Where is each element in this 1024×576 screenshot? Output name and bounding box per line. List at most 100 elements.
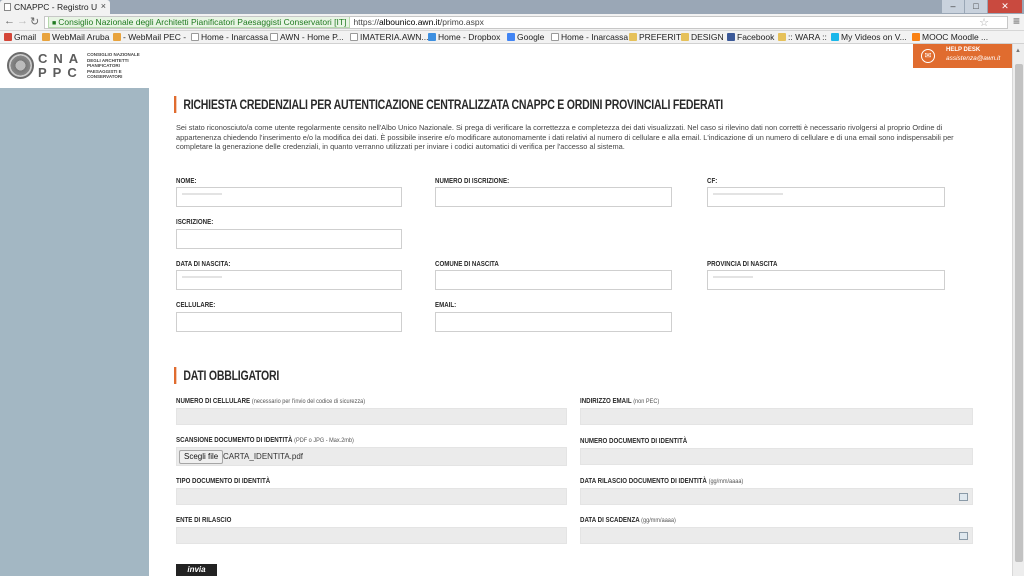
bookmarks-bar: Gmail WebMail Aruba - WebMail PEC - Home… (0, 31, 1024, 44)
folder-icon (681, 33, 689, 41)
bookmark-label: DESIGN (691, 32, 724, 42)
data-nascita-field[interactable] (176, 270, 402, 290)
minimize-icon[interactable]: – (942, 0, 964, 13)
email-field[interactable] (435, 312, 672, 332)
url-text: https://albounico.awn.it/primo.aspx (353, 17, 483, 27)
scroll-up-icon[interactable]: ▲ (1015, 48, 1021, 54)
data-nascita-label: DATA DI NASCITA: (176, 259, 231, 268)
google-icon (507, 33, 515, 41)
bookmark-item[interactable]: Facebook (727, 32, 774, 42)
choose-file-button[interactable]: Scegli file (179, 450, 224, 464)
comune-nascita-label: COMUNE DI NASCITA (435, 259, 499, 268)
url-input[interactable]: ■ Consiglio Nazionale degli Architetti Pi… (44, 16, 1008, 29)
data-scadenza-label: DATA DI SCADENZA (gg/mm/aaaa) (580, 515, 676, 524)
page-icon (551, 33, 559, 41)
bookmark-label: :: WARA :: (788, 32, 827, 42)
scansione-label: SCANSIONE DOCUMENTO DI IDENTITÀ (PDF o J… (176, 435, 354, 444)
numero-iscrizione-label: NUMERO DI ISCRIZIONE: (435, 176, 510, 185)
file-name: CARTA_IDENTITA.pdf (223, 452, 304, 461)
bookmark-item[interactable]: Google (507, 32, 544, 42)
bookmark-label: IMATERIA.AWN... (360, 32, 429, 42)
bookmark-item[interactable]: AWN - Home P... (270, 32, 344, 42)
browser-menu-icon[interactable]: ≡ (1013, 14, 1020, 28)
bookmark-label: Google (517, 32, 545, 42)
tipo-documento-field[interactable] (176, 488, 567, 505)
bookmark-item[interactable]: WebMail Aruba (42, 32, 109, 42)
nome-label: NOME: (176, 176, 197, 185)
bookmark-label: Home - Inarcassa (561, 32, 629, 42)
bookmark-label: Home - Dropbox (438, 32, 501, 42)
bookmark-item[interactable]: Gmail (4, 32, 36, 42)
logo-letters: CNA PPC (38, 51, 84, 80)
help-desk-email: assistenza@awn.it (946, 55, 1001, 62)
forward-icon[interactable]: → (17, 15, 28, 27)
numero-cellulare-label: NUMERO DI CELLULARE (necessario per l'in… (176, 396, 366, 405)
nome-field[interactable] (176, 187, 402, 207)
secure-badge[interactable]: ■ Consiglio Nazionale degli Architetti Pi… (48, 17, 351, 28)
folder-icon (778, 33, 786, 41)
back-icon[interactable]: ← (4, 15, 15, 27)
help-desk-button[interactable]: ✉ HELP DESK assistenza@awn.it (913, 44, 1013, 68)
scrollbar-thumb[interactable] (1015, 64, 1023, 562)
numero-iscrizione-field[interactable] (435, 187, 672, 207)
secure-label: Consiglio Nazionale degli Architetti Pia… (58, 17, 347, 27)
bookmark-star-icon[interactable]: ☆ (979, 18, 989, 29)
bookmark-item[interactable]: - WebMail PEC - (113, 32, 186, 42)
calendar-icon[interactable] (959, 532, 968, 540)
data-rilascio-field[interactable] (580, 488, 973, 505)
bookmark-label: My Videos on V... (841, 32, 907, 42)
aruba-icon (42, 33, 50, 41)
bookmark-item[interactable]: Home - Dropbox (428, 32, 500, 42)
reload-icon[interactable]: ↻ (30, 15, 39, 28)
moodle-icon (912, 33, 920, 41)
bookmark-item[interactable]: PREFERITI (629, 32, 683, 42)
logo[interactable]: CNA PPC CONSIGLIO NAZIONALE DEGLI ARCHIT… (0, 44, 149, 88)
ente-rilascio-label: ENTE DI RILASCIO (176, 515, 232, 524)
bookmark-label: PREFERITI (639, 32, 684, 42)
email-label: EMAIL: (435, 300, 457, 309)
bookmark-item[interactable]: Home - Inarcassa (551, 32, 628, 42)
italian-emblem-icon (7, 52, 34, 79)
indirizzo-email-field[interactable] (580, 408, 973, 425)
bookmark-item[interactable]: My Videos on V... (831, 32, 907, 42)
iscrizione-field[interactable] (176, 229, 402, 249)
numero-documento-field[interactable] (580, 448, 973, 465)
window-controls: – □ ✕ (942, 0, 1022, 13)
bookmark-item[interactable]: DESIGN (681, 32, 724, 42)
numero-documento-label: NUMERO DOCUMENTO DI IDENTITÀ (580, 436, 688, 445)
browser-tab[interactable]: CNAPPC - Registro U × (0, 0, 110, 14)
page-icon (270, 33, 278, 41)
aruba-icon (113, 33, 121, 41)
data-scadenza-field[interactable] (580, 527, 973, 544)
bookmark-label: AWN - Home P... (280, 32, 344, 42)
address-bar-row: ← → ↻ ■ Consiglio Nazionale degli Archite… (0, 14, 1024, 31)
cellulare-label: CELLULARE: (176, 300, 216, 309)
ente-rilascio-field[interactable] (176, 527, 567, 544)
vimeo-icon (831, 33, 839, 41)
cellulare-field[interactable] (176, 312, 402, 332)
bookmark-item[interactable]: :: WARA :: (778, 32, 827, 42)
tab-close-icon[interactable]: × (101, 1, 106, 11)
bookmark-item[interactable]: MOOC Moodle ... (912, 32, 988, 42)
page-scrollbar[interactable]: ▲ (1012, 44, 1024, 576)
maximize-icon[interactable]: □ (965, 0, 987, 13)
cf-field[interactable] (707, 187, 945, 207)
numero-cellulare-field[interactable] (176, 408, 567, 425)
bookmark-item[interactable]: Home - Inarcassa (191, 32, 268, 42)
mail-icon: ✉ (921, 49, 935, 63)
data-rilascio-label: DATA RILASCIO DOCUMENTO DI IDENTITÀ (gg/… (580, 476, 744, 485)
page-icon (350, 33, 358, 41)
provincia-nascita-field[interactable] (707, 270, 945, 290)
submit-button[interactable]: invia (176, 564, 217, 576)
bookmark-label: Home - Inarcassa (201, 32, 269, 42)
comune-nascita-field[interactable] (435, 270, 672, 290)
calendar-icon[interactable] (959, 493, 968, 501)
page-icon (4, 3, 11, 11)
help-desk-label: HELP DESK (946, 47, 981, 53)
bookmark-item[interactable]: IMATERIA.AWN... (350, 32, 428, 42)
url-path: /primo.aspx (439, 17, 484, 27)
page-title: RICHIESTA CREDENZIALI PER AUTENTICAZIONE… (174, 96, 723, 113)
window-close-icon[interactable]: ✕ (988, 0, 1022, 13)
gmail-icon (4, 33, 12, 41)
provincia-nascita-label: PROVINCIA DI NASCITA (707, 259, 778, 268)
